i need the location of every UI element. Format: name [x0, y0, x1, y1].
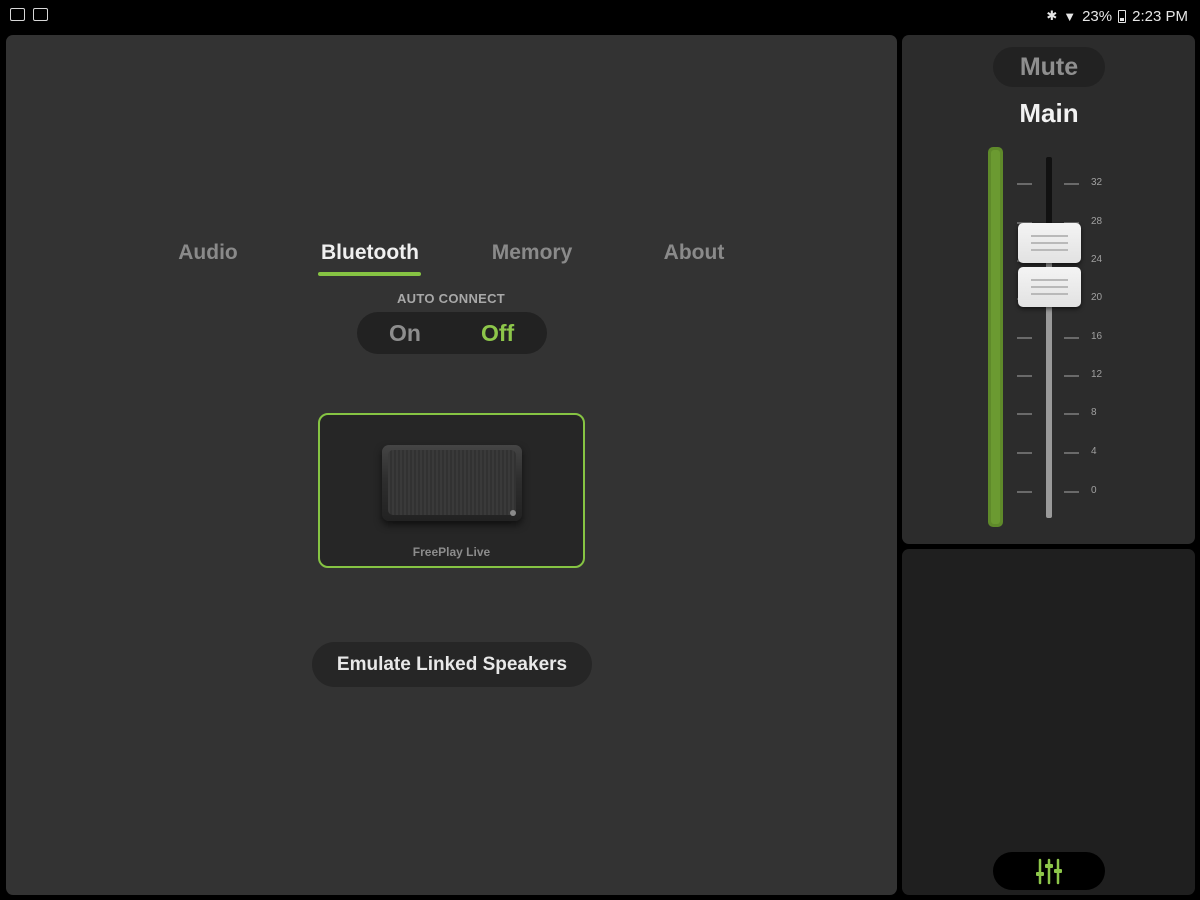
auto-connect-toggle[interactable]: On Off: [357, 312, 547, 354]
scale-tick: [1064, 375, 1079, 377]
scale-label-28: 28: [1091, 216, 1103, 227]
wifi-icon: ▼: [1063, 8, 1077, 24]
checklist-icon: [33, 8, 48, 21]
scale-tick: [1017, 491, 1032, 493]
speaker-card[interactable]: FreePlay Live: [318, 413, 585, 568]
scale-label-32: 32: [1091, 177, 1103, 188]
bluetooth-icon: ✱: [1046, 8, 1058, 23]
scale-label-20: 20: [1091, 292, 1103, 303]
scale-label-12: 12: [1091, 369, 1103, 380]
scale-tick: [1017, 452, 1032, 454]
mute-button[interactable]: Mute: [993, 47, 1105, 87]
clock: 2:23 PM: [1132, 7, 1188, 25]
image-icon: [10, 8, 25, 21]
scale-label-0: 0: [1091, 485, 1097, 496]
fader-handle[interactable]: [1018, 223, 1081, 263]
scale-tick: [1017, 183, 1032, 185]
scale-tick: [1017, 375, 1032, 377]
tab-bluetooth[interactable]: Bluetooth: [312, 241, 428, 265]
mixer-settings-button[interactable]: [993, 852, 1105, 890]
tab-audio[interactable]: Audio: [168, 241, 248, 265]
auto-connect-off[interactable]: Off: [481, 320, 514, 347]
speaker-image: [382, 445, 522, 521]
tab-memory[interactable]: Memory: [480, 241, 584, 265]
scale-tick: [1017, 413, 1032, 415]
speaker-name: FreePlay Live: [412, 545, 491, 559]
scale-tick: [1064, 183, 1079, 185]
scale-label-16: 16: [1091, 331, 1103, 342]
scale-tick: [1064, 413, 1079, 415]
tab-about[interactable]: About: [652, 241, 736, 265]
speaker-logo-icon: [510, 510, 516, 516]
status-right: ✱ ▼ 23% 2:23 PM: [1046, 6, 1188, 26]
lower-panel: [902, 549, 1195, 895]
sliders-icon: [1036, 858, 1062, 885]
status-bar: ✱ ▼ 23% 2:23 PM: [0, 0, 1200, 32]
scale-label-4: 4: [1091, 446, 1097, 457]
scale-tick: [1017, 337, 1032, 339]
emulate-linked-speakers-button[interactable]: Emulate Linked Speakers: [312, 642, 592, 687]
active-tab-indicator: [318, 272, 421, 276]
level-meter: [988, 147, 1003, 527]
scale-label-24: 24: [1091, 254, 1103, 265]
scale-tick: [1064, 491, 1079, 493]
battery-icon: [1118, 9, 1127, 23]
scale-label-8: 8: [1091, 407, 1097, 418]
scale-tick: [1064, 337, 1079, 339]
scale-tick: [1064, 452, 1079, 454]
auto-connect-on[interactable]: On: [389, 320, 421, 347]
fader-handle-secondary[interactable]: [1018, 267, 1081, 307]
fader-track-upper: [1046, 157, 1052, 227]
battery-percent: 23%: [1082, 7, 1113, 25]
auto-connect-label: AUTO CONNECT: [396, 291, 506, 306]
channel-title: Main: [1019, 98, 1079, 128]
